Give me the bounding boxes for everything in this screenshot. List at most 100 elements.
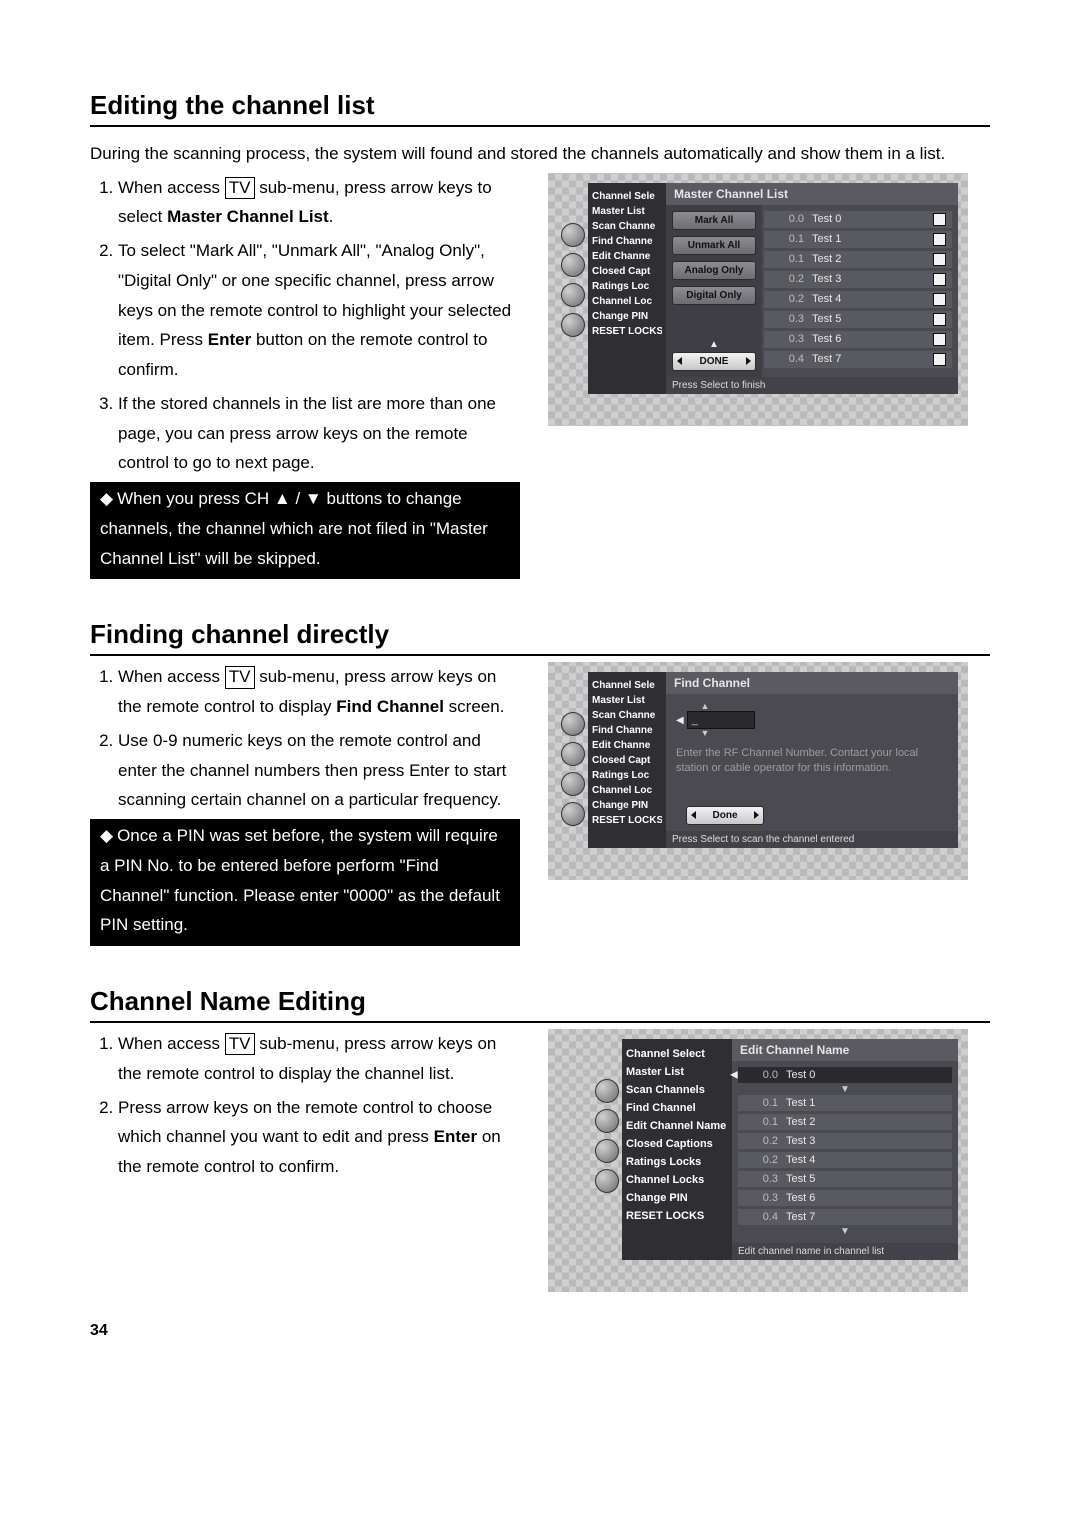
checkbox-icon[interactable] <box>933 233 946 246</box>
done-button[interactable]: Done <box>686 806 764 825</box>
sidebar-item[interactable]: Channel Sele <box>592 678 662 693</box>
sidebar-item[interactable]: Master List <box>592 693 662 708</box>
sidebar-item[interactable]: RESET LOCKS <box>592 813 662 828</box>
osd-tab-icon[interactable] <box>595 1169 619 1193</box>
channel-num: 0.1 <box>744 1097 786 1109</box>
sidebar-item[interactable]: Ratings Locks <box>626 1153 728 1171</box>
channel-row[interactable]: 0.1Test 2 <box>764 251 952 268</box>
channel-row[interactable]: 0.1Test 2 <box>738 1114 952 1130</box>
channel-num: 0.0 <box>770 213 812 225</box>
channel-num: 0.1 <box>744 1116 786 1128</box>
sidebar-item[interactable]: Ratings Loc <box>592 279 662 294</box>
channel-row-selected[interactable]: ◀ 0.0Test 0 <box>738 1067 952 1083</box>
channel-name: Test 4 <box>812 293 933 305</box>
sidebar-item[interactable]: Channel Sele <box>592 189 662 204</box>
sidebar-item[interactable]: Channel Locks <box>626 1171 728 1189</box>
text-bold: Master Channel List <box>167 207 329 226</box>
done-button[interactable]: DONE <box>672 352 756 371</box>
sidebar-item[interactable]: Channel Loc <box>592 783 662 798</box>
digital-only-button[interactable]: Digital Only <box>672 286 756 305</box>
channel-row[interactable]: 0.2Test 4 <box>738 1152 952 1168</box>
channel-row[interactable]: 0.1Test 1 <box>764 231 952 248</box>
diamond-icon: ◆ <box>100 821 113 851</box>
section1-row: When access TV sub-menu, press arrow key… <box>90 173 990 580</box>
sidebar-item[interactable]: Scan Channe <box>592 219 662 234</box>
sidebar-item[interactable]: Closed Capt <box>592 753 662 768</box>
channel-num: 0.4 <box>744 1211 786 1223</box>
section1-title: Editing the channel list <box>90 90 990 127</box>
channel-row[interactable]: 0.4Test 7 <box>738 1209 952 1225</box>
find-channel-description: Enter the RF Channel Number. Contact you… <box>666 742 958 806</box>
osd-tab-icons <box>592 1039 622 1260</box>
checkbox-icon[interactable] <box>933 313 946 326</box>
section2-row: When access TV sub-menu, press arrow key… <box>90 662 990 946</box>
sidebar-item[interactable]: Edit Channe <box>592 249 662 264</box>
osd-tab-icon[interactable] <box>561 802 585 826</box>
sidebar-item[interactable]: RESET LOCKS <box>592 324 662 339</box>
osd-tab-icon[interactable] <box>561 253 585 277</box>
section3-steps: When access TV sub-menu, press arrow key… <box>90 1029 520 1182</box>
note-text: Once a PIN was set before, the system wi… <box>100 826 500 934</box>
channel-row[interactable]: 0.3Test 5 <box>764 311 952 328</box>
sidebar-item[interactable]: Change PIN <box>592 309 662 324</box>
channel-row[interactable]: 0.3Test 6 <box>738 1190 952 1206</box>
channel-row[interactable]: 0.3Test 6 <box>764 331 952 348</box>
channel-num: 0.3 <box>770 313 812 325</box>
checkbox-icon[interactable] <box>933 333 946 346</box>
osd-tab-icon[interactable] <box>561 223 585 247</box>
section1-step3: If the stored channels in the list are m… <box>118 389 520 478</box>
osd-title: Edit Channel Name <box>732 1039 958 1061</box>
channel-number-input[interactable]: _ <box>687 711 755 729</box>
text-bold: Enter <box>208 330 251 349</box>
osd-tab-icon[interactable] <box>595 1139 619 1163</box>
sidebar-item[interactable]: Master List <box>592 204 662 219</box>
checkbox-icon[interactable] <box>933 293 946 306</box>
channel-row[interactable]: 0.1Test 1 <box>738 1095 952 1111</box>
osd-tab-icon[interactable] <box>561 313 585 337</box>
channel-row[interactable]: 0.2Test 3 <box>764 271 952 288</box>
sidebar-item[interactable]: Closed Captions <box>626 1135 728 1153</box>
sidebar-item[interactable]: Change PIN <box>626 1189 728 1207</box>
left-arrow-icon: ◀ <box>730 1070 738 1081</box>
unmark-all-button[interactable]: Unmark All <box>672 236 756 255</box>
channel-row[interactable]: 0.3Test 5 <box>738 1171 952 1187</box>
sidebar-item[interactable]: Scan Channels <box>626 1081 728 1099</box>
sidebar-item[interactable]: Ratings Loc <box>592 768 662 783</box>
checkbox-icon[interactable] <box>933 273 946 286</box>
sidebar-item[interactable]: Master List <box>626 1063 728 1081</box>
text: When access <box>118 667 225 686</box>
sidebar-item[interactable]: Find Channe <box>592 723 662 738</box>
osd-tab-icon[interactable] <box>595 1079 619 1103</box>
sidebar-item[interactable]: Find Channe <box>592 234 662 249</box>
mark-all-button[interactable]: Mark All <box>672 211 756 230</box>
osd-title: Find Channel <box>666 672 958 694</box>
channel-name: Test 3 <box>812 273 933 285</box>
channel-row[interactable]: 0.4Test 7 <box>764 351 952 368</box>
sidebar-item[interactable]: Channel Select <box>626 1045 728 1063</box>
checkbox-icon[interactable] <box>933 253 946 266</box>
channel-row[interactable]: 0.2Test 3 <box>738 1133 952 1149</box>
sidebar-item[interactable]: Change PIN <box>592 798 662 813</box>
osd-tab-icon[interactable] <box>561 712 585 736</box>
sidebar-item[interactable]: Scan Channe <box>592 708 662 723</box>
channel-num: 0.2 <box>744 1135 786 1147</box>
sidebar-item[interactable]: Find Channel <box>626 1099 728 1117</box>
osd-action-col: Mark All Unmark All Analog Only Digital … <box>666 205 762 377</box>
osd-tab-icon[interactable] <box>561 283 585 307</box>
sidebar-item[interactable]: Channel Loc <box>592 294 662 309</box>
osd-tab-icon[interactable] <box>595 1109 619 1133</box>
tv-box: TV <box>225 177 255 199</box>
channel-row[interactable]: 0.0Test 0 <box>764 211 952 228</box>
section3-step1: When access TV sub-menu, press arrow key… <box>118 1029 520 1089</box>
sidebar-item[interactable]: Edit Channe <box>592 738 662 753</box>
analog-only-button[interactable]: Analog Only <box>672 261 756 280</box>
sidebar-item[interactable]: Edit Channel Name <box>626 1117 728 1135</box>
down-arrow-icon: ▼ <box>738 1226 952 1237</box>
sidebar-item[interactable]: Closed Capt <box>592 264 662 279</box>
osd-tab-icon[interactable] <box>561 742 585 766</box>
sidebar-item[interactable]: RESET LOCKS <box>626 1207 728 1225</box>
channel-row[interactable]: 0.2Test 4 <box>764 291 952 308</box>
checkbox-icon[interactable] <box>933 353 946 366</box>
osd-tab-icon[interactable] <box>561 772 585 796</box>
checkbox-icon[interactable] <box>933 213 946 226</box>
